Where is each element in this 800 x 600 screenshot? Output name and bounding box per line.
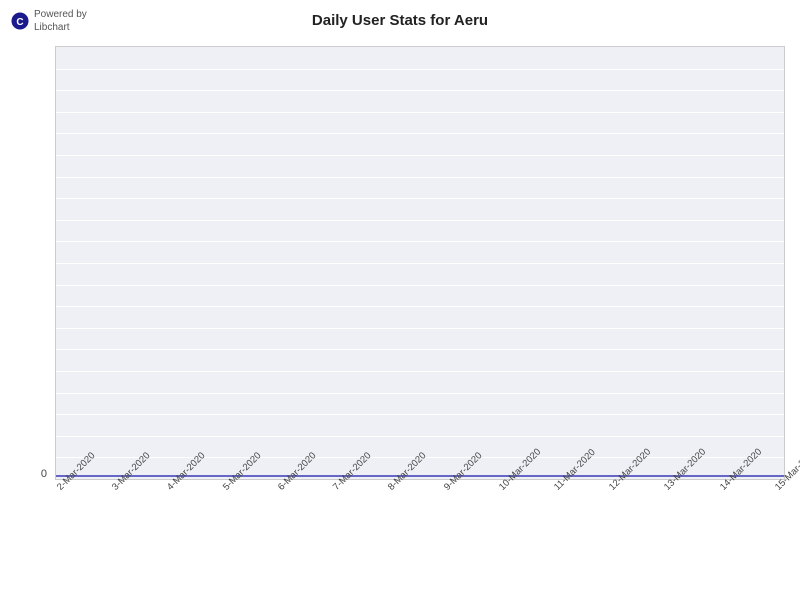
chart-title: Daily User Stats for Aeru	[0, 12, 800, 29]
x-axis: 2-Mar-20203-Mar-20204-Mar-20205-Mar-2020…	[55, 480, 785, 590]
grid-line	[56, 328, 784, 329]
grid-line	[56, 436, 784, 437]
grid-line	[56, 263, 784, 264]
grid-line	[56, 306, 784, 307]
grid-line	[56, 220, 784, 221]
grid-line	[56, 393, 784, 394]
y-label-zero: 0	[41, 468, 47, 480]
chart-area	[55, 46, 785, 480]
grid-line	[56, 177, 784, 178]
grid-line	[56, 241, 784, 242]
grid-line	[56, 285, 784, 286]
chart-container: C Powered by Libchart Daily User Stats f…	[0, 0, 800, 600]
grid-line	[56, 133, 784, 134]
grid-line	[56, 198, 784, 199]
grid-line	[56, 155, 784, 156]
grid-line	[56, 69, 784, 70]
grid-line	[56, 349, 784, 350]
grid-line	[56, 112, 784, 113]
grid-line	[56, 414, 784, 415]
y-axis-labels: 0	[0, 46, 55, 480]
grid-lines	[56, 47, 784, 479]
grid-line	[56, 371, 784, 372]
grid-line	[56, 90, 784, 91]
